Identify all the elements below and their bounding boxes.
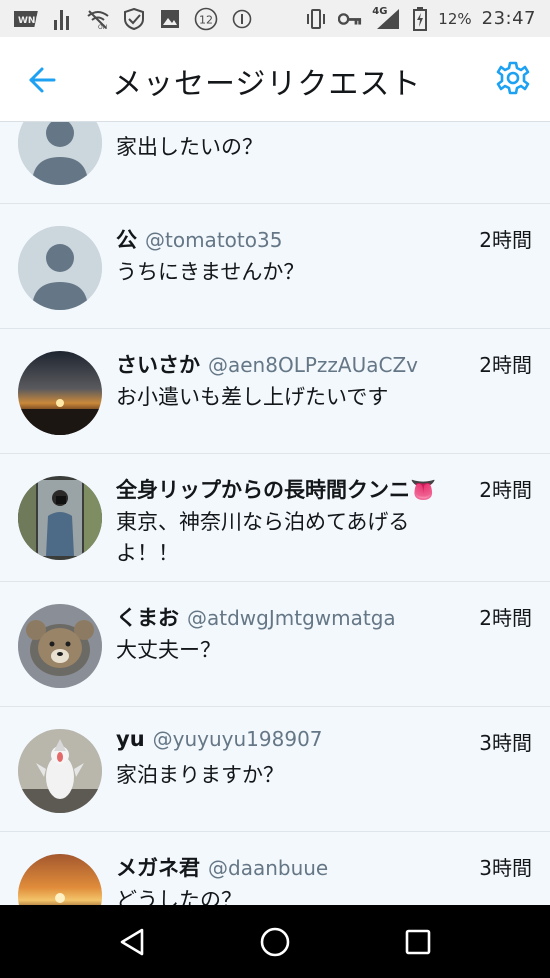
triangle-back-icon xyxy=(120,928,143,955)
gear-icon xyxy=(496,61,530,95)
avatar xyxy=(18,476,102,560)
avatar xyxy=(18,604,102,688)
info-icon xyxy=(230,8,254,30)
list-item[interactable]: メガネ君 @daanbuue 3時間 どうしたの？ xyxy=(0,832,550,905)
message-preview: うちにきませんか？ xyxy=(116,260,305,284)
avatar xyxy=(18,122,102,185)
circle-home-icon xyxy=(260,927,290,956)
nav-home-button[interactable] xyxy=(255,922,295,962)
back-button[interactable] xyxy=(26,65,58,95)
sender-name: メガネ君 xyxy=(116,856,200,880)
network-type-label: 4G xyxy=(372,5,388,17)
list-item[interactable]: さいさか @aen8OLPzzAUaCZv 2時間 お小遣いも差し上げたいです xyxy=(0,329,550,454)
sender-handle: @aen8OLPzzAUaCZv xyxy=(208,353,418,377)
timestamp: 2時間 xyxy=(479,228,532,252)
message-preview: 大丈夫ー？ xyxy=(116,638,221,662)
notification-count-icon: 12 xyxy=(194,7,218,30)
key-icon xyxy=(338,8,362,30)
message-preview: お小遣いも差し上げたいです xyxy=(116,385,389,409)
page-title: メッセージリクエスト xyxy=(112,67,422,102)
cell-signal-icon: 4G xyxy=(372,5,402,30)
sender-handle: @daanbuue xyxy=(208,856,329,880)
list-item[interactable]: yu @yuyuyu198907 3時間 家泊まりますか？ xyxy=(0,707,550,832)
sender-name: 全身リップからの長時間クンニ👅 xyxy=(116,478,437,502)
svg-text:ON: ON xyxy=(98,24,107,30)
sender-name: さいさか xyxy=(116,353,200,377)
list-item[interactable]: 公 @tomatoto35 2時間 うちにきませんか？ xyxy=(0,204,550,329)
arrow-left-icon xyxy=(29,67,56,93)
vpn-shield-icon xyxy=(122,7,146,30)
system-nav-bar xyxy=(0,905,550,978)
status-bar: WNN ON 12 4G xyxy=(0,0,550,37)
wifi-off-icon: ON xyxy=(86,8,110,30)
sender-handle: @yuyuyu198907 xyxy=(152,727,323,751)
timestamp: 2時間 xyxy=(479,606,532,630)
message-request-list[interactable]: 家出したいの？ 公 @tomatoto35 2時間 うちにきませんか？ さいさか… xyxy=(0,122,550,905)
settings-button[interactable] xyxy=(496,61,530,95)
nav-recents-button[interactable] xyxy=(398,922,438,962)
list-item[interactable]: 家出したいの？ xyxy=(0,122,550,204)
message-preview: 東京、神奈川なら泊めてあげるよ！！ xyxy=(116,510,410,565)
message-preview: 家出したいの？ xyxy=(116,135,263,159)
timestamp: 3時間 xyxy=(479,731,532,755)
list-item[interactable]: くまお @atdwgJmtgwmatga 2時間 大丈夫ー？ xyxy=(0,582,550,707)
wnn-icon: WNN xyxy=(14,8,38,30)
signal-bars-icon xyxy=(50,8,74,30)
avatar xyxy=(18,729,102,813)
sender-handle: @atdwgJmtgwmatga xyxy=(187,606,396,630)
nav-back-button[interactable] xyxy=(112,922,152,962)
avatar xyxy=(18,226,102,310)
clock: 23:47 xyxy=(481,8,536,29)
sender-name: くまお xyxy=(116,606,179,630)
avatar xyxy=(18,351,102,435)
battery-percent: 12% xyxy=(438,9,472,28)
image-icon xyxy=(158,8,182,30)
battery-icon xyxy=(412,6,428,31)
list-item[interactable]: 全身リップからの長時間クンニ👅 2時間 東京、神奈川なら泊めてあげるよ！！ xyxy=(0,454,550,582)
svg-text:12: 12 xyxy=(199,13,213,26)
sender-name: 公 xyxy=(116,228,137,252)
message-preview: 家泊まりますか？ xyxy=(116,763,284,787)
timestamp: 2時間 xyxy=(479,353,532,377)
avatar xyxy=(18,854,102,905)
timestamp: 3時間 xyxy=(479,856,532,880)
timestamp: 2時間 xyxy=(479,478,532,502)
app-header: メッセージリクエスト xyxy=(0,37,550,122)
message-preview: どうしたの？ xyxy=(116,888,242,905)
svg-text:WNN: WNN xyxy=(18,16,38,26)
square-recents-icon xyxy=(406,929,431,954)
sender-handle: @tomatoto35 xyxy=(145,228,283,252)
vibrate-icon xyxy=(304,8,328,30)
sender-name: yu xyxy=(116,727,145,751)
